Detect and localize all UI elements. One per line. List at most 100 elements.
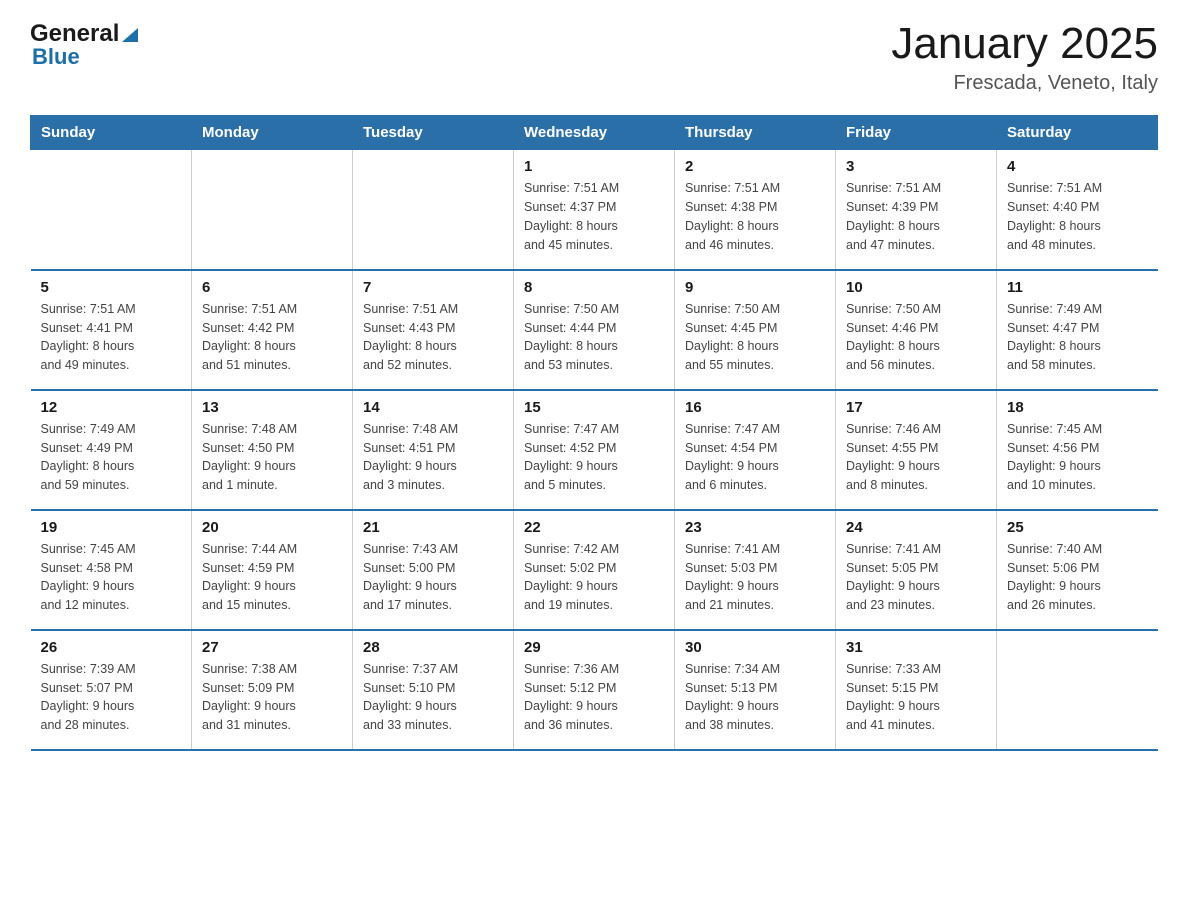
day-number: 24 — [846, 519, 986, 536]
day-number: 29 — [524, 639, 664, 656]
day-cell: 24 Sunrise: 7:41 AM Sunset: 5:05 PM Dayli… — [836, 510, 997, 630]
day-number: 23 — [685, 519, 825, 536]
day-cell: 9 Sunrise: 7:50 AM Sunset: 4:45 PM Daylig… — [675, 270, 836, 390]
day-number: 19 — [41, 519, 182, 536]
day-number: 22 — [524, 519, 664, 536]
day-info: Sunrise: 7:50 AM Sunset: 4:45 PM Dayligh… — [685, 300, 825, 375]
day-cell: 11Sunrise: 7:49 AM Sunset: 4:47 PM Dayli… — [997, 270, 1158, 390]
day-info: Sunrise: 7:51 AM Sunset: 4:41 PM Dayligh… — [41, 300, 182, 375]
day-cell: 29 Sunrise: 7:36 AM Sunset: 5:12 PM Dayli… — [514, 630, 675, 750]
day-info: Sunrise: 7:37 AM Sunset: 5:10 PM Dayligh… — [363, 660, 503, 735]
day-cell — [192, 150, 353, 270]
day-cell: 26Sunrise: 7:39 AM Sunset: 5:07 PM Dayli… — [31, 630, 192, 750]
day-cell: 30 Sunrise: 7:34 AM Sunset: 5:13 PM Dayli… — [675, 630, 836, 750]
week-row-1: 1Sunrise: 7:51 AM Sunset: 4:37 PM Daylig… — [31, 150, 1158, 270]
week-row-2: 5 Sunrise: 7:51 AM Sunset: 4:41 PM Daylig… — [31, 270, 1158, 390]
calendar-title: January 2025 — [891, 20, 1158, 68]
day-cell: 20 Sunrise: 7:44 AM Sunset: 4:59 PM Dayli… — [192, 510, 353, 630]
day-number: 13 — [202, 399, 342, 416]
day-cell: 13 Sunrise: 7:48 AM Sunset: 4:50 PM Dayli… — [192, 390, 353, 510]
day-info: Sunrise: 7:40 AM Sunset: 5:06 PM Dayligh… — [1007, 540, 1148, 615]
day-number: 9 — [685, 279, 825, 296]
day-cell: 15 Sunrise: 7:47 AM Sunset: 4:52 PM Dayli… — [514, 390, 675, 510]
page-header: General Blue January 2025 Frescada, Vene… — [30, 20, 1158, 95]
day-info: Sunrise: 7:45 AM Sunset: 4:56 PM Dayligh… — [1007, 420, 1148, 495]
day-number: 6 — [202, 279, 342, 296]
day-number: 18 — [1007, 399, 1148, 416]
day-number: 11 — [1007, 279, 1148, 296]
day-cell: 1Sunrise: 7:51 AM Sunset: 4:37 PM Daylig… — [514, 150, 675, 270]
day-number: 21 — [363, 519, 503, 536]
day-cell: 27 Sunrise: 7:38 AM Sunset: 5:09 PM Dayli… — [192, 630, 353, 750]
day-cell: 3Sunrise: 7:51 AM Sunset: 4:39 PM Daylig… — [836, 150, 997, 270]
day-number: 10 — [846, 279, 986, 296]
header-friday: Friday — [836, 116, 997, 150]
day-cell: 10 Sunrise: 7:50 AM Sunset: 4:46 PM Dayli… — [836, 270, 997, 390]
day-info: Sunrise: 7:47 AM Sunset: 4:54 PM Dayligh… — [685, 420, 825, 495]
day-number: 27 — [202, 639, 342, 656]
header-sunday: Sunday — [31, 116, 192, 150]
day-cell: 8 Sunrise: 7:50 AM Sunset: 4:44 PM Daylig… — [514, 270, 675, 390]
day-number: 4 — [1007, 158, 1148, 175]
day-number: 30 — [685, 639, 825, 656]
day-number: 5 — [41, 279, 182, 296]
day-number: 28 — [363, 639, 503, 656]
day-info: Sunrise: 7:44 AM Sunset: 4:59 PM Dayligh… — [202, 540, 342, 615]
day-number: 3 — [846, 158, 986, 175]
day-number: 15 — [524, 399, 664, 416]
week-row-3: 12 Sunrise: 7:49 AM Sunset: 4:49 PM Dayli… — [31, 390, 1158, 510]
day-cell: 31Sunrise: 7:33 AM Sunset: 5:15 PM Dayli… — [836, 630, 997, 750]
day-info: Sunrise: 7:38 AM Sunset: 5:09 PM Dayligh… — [202, 660, 342, 735]
day-cell — [997, 630, 1158, 750]
day-info: Sunrise: 7:47 AM Sunset: 4:52 PM Dayligh… — [524, 420, 664, 495]
day-cell: 4Sunrise: 7:51 AM Sunset: 4:40 PM Daylig… — [997, 150, 1158, 270]
day-cell: 18 Sunrise: 7:45 AM Sunset: 4:56 PM Dayli… — [997, 390, 1158, 510]
header-monday: Monday — [192, 116, 353, 150]
day-cell: 25 Sunrise: 7:40 AM Sunset: 5:06 PM Dayli… — [997, 510, 1158, 630]
day-info: Sunrise: 7:43 AM Sunset: 5:00 PM Dayligh… — [363, 540, 503, 615]
day-cell: 5 Sunrise: 7:51 AM Sunset: 4:41 PM Daylig… — [31, 270, 192, 390]
day-number: 14 — [363, 399, 503, 416]
day-info: Sunrise: 7:34 AM Sunset: 5:13 PM Dayligh… — [685, 660, 825, 735]
calendar-header-row: SundayMondayTuesdayWednesdayThursdayFrid… — [31, 116, 1158, 150]
header-saturday: Saturday — [997, 116, 1158, 150]
calendar-subtitle: Frescada, Veneto, Italy — [891, 72, 1158, 95]
day-cell: 22 Sunrise: 7:42 AM Sunset: 5:02 PM Dayli… — [514, 510, 675, 630]
day-info: Sunrise: 7:45 AM Sunset: 4:58 PM Dayligh… — [41, 540, 182, 615]
header-thursday: Thursday — [675, 116, 836, 150]
day-info: Sunrise: 7:36 AM Sunset: 5:12 PM Dayligh… — [524, 660, 664, 735]
logo-blue-text: Blue — [32, 44, 80, 70]
day-cell: 12 Sunrise: 7:49 AM Sunset: 4:49 PM Dayli… — [31, 390, 192, 510]
day-cell: 21 Sunrise: 7:43 AM Sunset: 5:00 PM Dayli… — [353, 510, 514, 630]
day-number: 1 — [524, 158, 664, 175]
day-cell: 2 Sunrise: 7:51 AM Sunset: 4:38 PM Daylig… — [675, 150, 836, 270]
day-cell: 6 Sunrise: 7:51 AM Sunset: 4:42 PM Daylig… — [192, 270, 353, 390]
day-info: Sunrise: 7:41 AM Sunset: 5:05 PM Dayligh… — [846, 540, 986, 615]
day-number: 20 — [202, 519, 342, 536]
week-row-4: 19 Sunrise: 7:45 AM Sunset: 4:58 PM Dayli… — [31, 510, 1158, 630]
day-info: Sunrise: 7:42 AM Sunset: 5:02 PM Dayligh… — [524, 540, 664, 615]
day-number: 2 — [685, 158, 825, 175]
day-number: 7 — [363, 279, 503, 296]
day-info: Sunrise: 7:51 AM Sunset: 4:42 PM Dayligh… — [202, 300, 342, 375]
header-tuesday: Tuesday — [353, 116, 514, 150]
day-info: Sunrise: 7:50 AM Sunset: 4:44 PM Dayligh… — [524, 300, 664, 375]
day-cell: 17Sunrise: 7:46 AM Sunset: 4:55 PM Dayli… — [836, 390, 997, 510]
day-number: 12 — [41, 399, 182, 416]
day-number: 17 — [846, 399, 986, 416]
calendar-table: SundayMondayTuesdayWednesdayThursdayFrid… — [30, 115, 1158, 751]
day-cell: 19 Sunrise: 7:45 AM Sunset: 4:58 PM Dayli… — [31, 510, 192, 630]
day-info: Sunrise: 7:39 AM Sunset: 5:07 PM Dayligh… — [41, 660, 182, 735]
day-info: Sunrise: 7:51 AM Sunset: 4:38 PM Dayligh… — [685, 179, 825, 254]
day-info: Sunrise: 7:41 AM Sunset: 5:03 PM Dayligh… — [685, 540, 825, 615]
day-cell — [353, 150, 514, 270]
day-cell: 23 Sunrise: 7:41 AM Sunset: 5:03 PM Dayli… — [675, 510, 836, 630]
day-number: 8 — [524, 279, 664, 296]
day-number: 25 — [1007, 519, 1148, 536]
day-info: Sunrise: 7:49 AM Sunset: 4:49 PM Dayligh… — [41, 420, 182, 495]
day-info: Sunrise: 7:48 AM Sunset: 4:50 PM Dayligh… — [202, 420, 342, 495]
day-cell — [31, 150, 192, 270]
day-cell: 14Sunrise: 7:48 AM Sunset: 4:51 PM Dayli… — [353, 390, 514, 510]
day-info: Sunrise: 7:50 AM Sunset: 4:46 PM Dayligh… — [846, 300, 986, 375]
logo-triangle-icon — [120, 24, 140, 44]
